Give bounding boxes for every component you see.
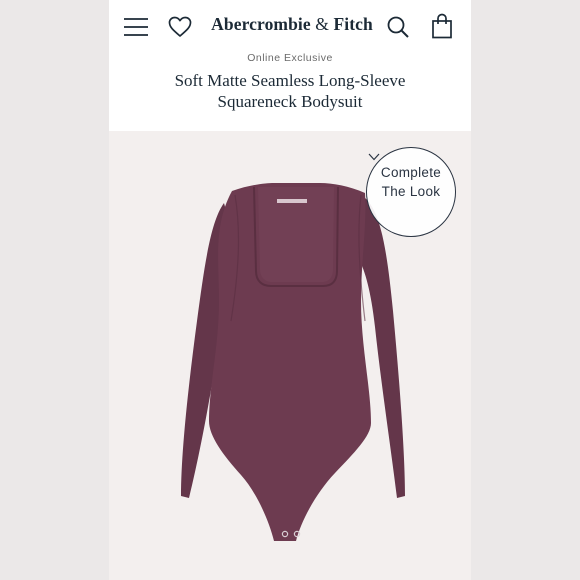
hamburger-menu-icon xyxy=(124,18,148,36)
shopping-bag-button[interactable] xyxy=(427,10,457,42)
search-icon xyxy=(387,16,409,38)
brand-name-tail: Fitch xyxy=(333,14,373,34)
online-exclusive-badge: Online Exclusive xyxy=(247,52,333,64)
chevron-down-icon xyxy=(368,153,380,161)
menu-button[interactable] xyxy=(121,12,151,42)
shopping-bag-icon xyxy=(432,13,452,39)
brand-logo[interactable]: Abercrombie & Fitch xyxy=(209,14,375,35)
complete-the-look-line-1: Complete xyxy=(380,165,442,180)
complete-the-look-line-2: The Look xyxy=(381,184,441,199)
top-navigation-bar: Abercrombie & Fitch xyxy=(109,0,471,54)
wishlist-button[interactable] xyxy=(165,12,195,42)
heart-icon xyxy=(168,16,192,37)
product-image[interactable]: Complete The Look xyxy=(109,131,471,580)
brand-name-main: Abercrombie xyxy=(211,14,311,34)
product-title-line-1: Soft Matte Seamless Long-Sleeve xyxy=(174,71,406,90)
mobile-screen: Abercrombie & Fitch Online Exclusive Sof… xyxy=(109,0,471,580)
brand-ampersand: & xyxy=(310,14,334,34)
search-button[interactable] xyxy=(383,12,413,42)
complete-the-look-button[interactable]: Complete The Look xyxy=(366,147,456,237)
product-title-line-2: Squareneck Bodysuit xyxy=(217,92,363,111)
product-title: Soft Matte Seamless Long-Sleeve Squarene… xyxy=(129,70,451,112)
